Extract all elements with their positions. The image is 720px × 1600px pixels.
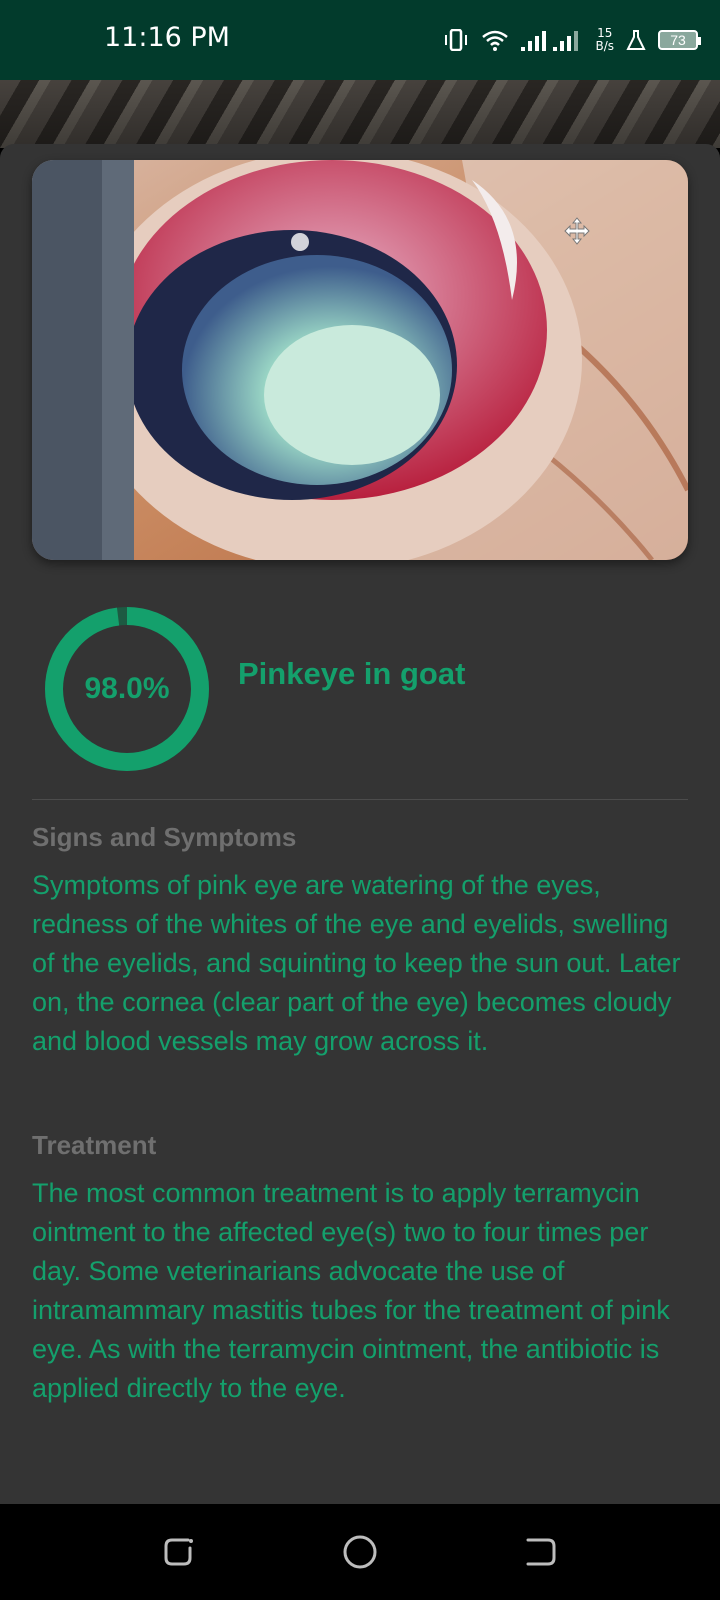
navigation-bar [0, 1504, 720, 1600]
battery-icon: 73 [658, 30, 701, 50]
status-icons: 15 B/s 73 [443, 22, 701, 58]
signs-body: Symptoms of pink eye are watering of the… [32, 870, 681, 1056]
battery-level: 73 [670, 32, 686, 48]
treatment-title: Treatment [32, 1130, 157, 1160]
flask-icon [626, 30, 646, 50]
recents-icon[interactable] [160, 1532, 200, 1572]
wifi-icon [482, 30, 509, 51]
result-sheet: 98.0% Pinkeye in goat Signs and Symptoms… [0, 144, 720, 1504]
goat-eye-photo [32, 160, 688, 560]
home-icon[interactable] [340, 1532, 380, 1572]
confidence-label: 98.0% [84, 672, 170, 705]
move-icon[interactable] [562, 216, 592, 246]
net-speed-unit: B/s [595, 39, 614, 53]
treatment-body: The most common treatment is to apply te… [32, 1178, 670, 1403]
disease-name: Pinkeye in goat [238, 656, 466, 691]
status-bar: 11:16 PM 15 B/s 73 [0, 0, 720, 80]
background-photo [0, 80, 720, 148]
signs-title: Signs and Symptoms [32, 822, 297, 852]
net-speed: 15 B/s [595, 27, 614, 53]
vibrate-icon [445, 29, 468, 51]
signal-icon [521, 31, 579, 51]
divider [32, 799, 688, 800]
status-time: 11:16 PM [104, 22, 230, 53]
back-icon[interactable] [520, 1532, 560, 1572]
